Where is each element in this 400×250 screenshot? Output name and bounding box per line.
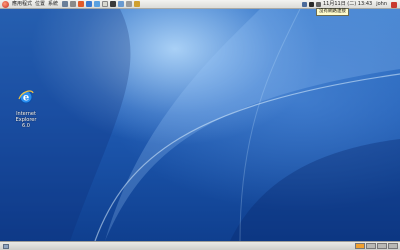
update-icon[interactable] (301, 2, 307, 7)
volume-icon[interactable] (315, 2, 321, 7)
applications-icon[interactable] (2, 0, 9, 8)
printer-launcher-icon[interactable] (70, 1, 77, 7)
settings-launcher-icon[interactable] (134, 1, 141, 7)
network-tooltip: 沒有網路連接 (316, 8, 349, 16)
power-icon[interactable] (391, 1, 397, 8)
workspace-1[interactable] (355, 243, 365, 249)
desktop-icon-label-version: 6.0 (22, 123, 30, 129)
menu-system[interactable]: 系統 (48, 0, 58, 9)
svg-text:e: e (23, 93, 29, 104)
firefox-launcher-icon[interactable] (78, 1, 85, 7)
launcher-group (62, 1, 142, 7)
workspace-3[interactable] (377, 243, 387, 249)
network-launcher-icon[interactable] (118, 1, 125, 7)
tools-launcher-icon[interactable] (126, 1, 133, 7)
desktop-icon-label: Internet Explorer (15, 111, 37, 123)
network-icon[interactable] (308, 2, 314, 7)
internet-explorer-icon: e (18, 90, 34, 104)
main-menu: 應用程式 位置 系統 (0, 0, 58, 9)
media-launcher-icon[interactable] (110, 1, 117, 7)
mail-launcher-icon[interactable] (94, 1, 101, 7)
menu-places[interactable]: 位置 (35, 0, 45, 9)
desktop-background[interactable]: e Internet Explorer 6.0 (0, 9, 400, 241)
browser-launcher-icon[interactable] (86, 1, 93, 7)
show-desktop-icon[interactable] (3, 244, 9, 249)
workspace-switcher (354, 243, 398, 249)
desktop-icon-internet-explorer[interactable]: e Internet Explorer 6.0 (5, 89, 47, 129)
document-launcher-icon[interactable] (102, 1, 109, 7)
user-name[interactable]: john (376, 0, 387, 9)
terminal-launcher-icon[interactable] (62, 1, 69, 7)
workspace-4[interactable] (388, 243, 398, 249)
bottom-panel (0, 241, 400, 250)
wallpaper-waves (0, 9, 400, 241)
workspace-2[interactable] (366, 243, 376, 249)
menu-applications[interactable]: 應用程式 (12, 0, 32, 9)
